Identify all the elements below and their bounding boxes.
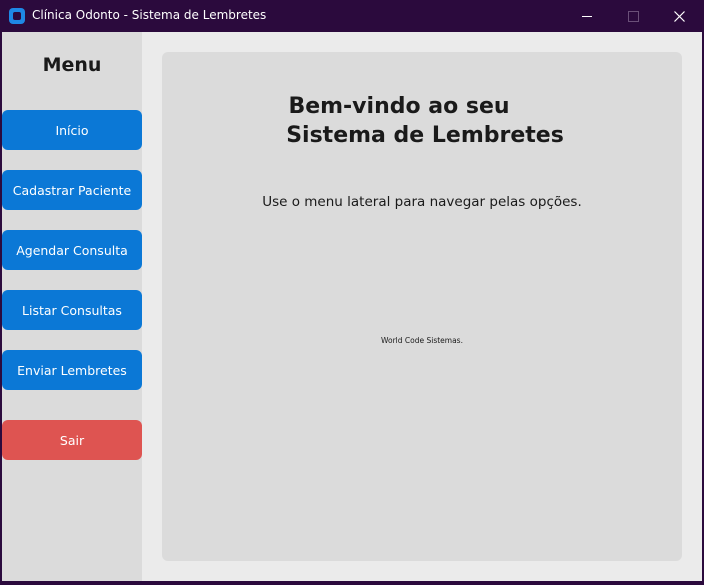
maximize-icon (627, 10, 639, 22)
close-button[interactable] (656, 0, 702, 32)
credit-text: World Code Sistemas. (381, 336, 463, 345)
sidebar: Menu Início Cadastrar Paciente Agendar C… (2, 32, 142, 581)
app-icon (9, 8, 25, 24)
client-area: Menu Início Cadastrar Paciente Agendar C… (2, 32, 702, 581)
welcome-heading: Bem-vindo ao seu Sistema de Lembretes (162, 92, 682, 150)
register-patient-button[interactable]: Cadastrar Paciente (2, 170, 142, 210)
app-window: Clínica Odonto - Sistema de Lembretes Me… (0, 0, 704, 585)
menu-title: Menu (42, 54, 102, 76)
title-bar[interactable]: Clínica Odonto - Sistema de Lembretes (0, 0, 704, 32)
maximize-button[interactable] (610, 0, 656, 32)
instruction-text: Use o menu lateral para navegar pelas op… (262, 194, 582, 210)
minimize-icon (582, 15, 592, 17)
list-appointments-button[interactable]: Listar Consultas (2, 290, 142, 330)
schedule-appointment-button[interactable]: Agendar Consulta (2, 230, 142, 270)
home-button[interactable]: Início (2, 110, 142, 150)
welcome-line-1: Bem-vindo ao seu (288, 94, 510, 119)
close-icon (673, 10, 685, 22)
send-reminders-button[interactable]: Enviar Lembretes (2, 350, 142, 390)
welcome-line-2: Sistema de Lembretes (286, 123, 564, 148)
exit-button[interactable]: Sair (2, 420, 142, 460)
window-title: Clínica Odonto - Sistema de Lembretes (32, 8, 267, 22)
minimize-button[interactable] (564, 0, 610, 32)
main-panel: Bem-vindo ao seu Sistema de Lembretes Us… (162, 52, 682, 561)
